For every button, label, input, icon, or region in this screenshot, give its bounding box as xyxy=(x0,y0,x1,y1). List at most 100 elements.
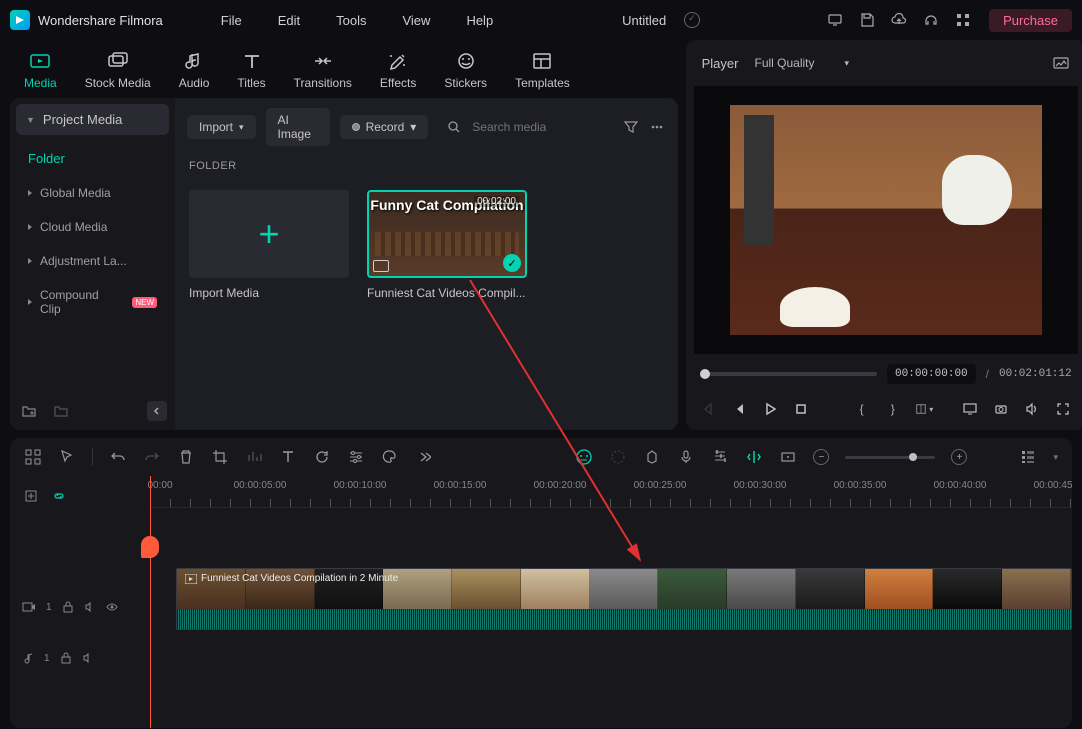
headset-icon[interactable] xyxy=(922,11,940,29)
crop-ratio-icon[interactable]: ▾ xyxy=(915,400,933,418)
track-lock-icon[interactable] xyxy=(60,652,72,664)
tl-select-icon[interactable] xyxy=(58,448,76,466)
apps-grid-icon[interactable] xyxy=(954,11,972,29)
tab-templates[interactable]: Templates xyxy=(501,40,584,98)
tl-crop-icon[interactable] xyxy=(211,448,229,466)
folder-heading: FOLDER xyxy=(175,156,678,176)
screen-icon[interactable] xyxy=(826,11,844,29)
tl-more-icon[interactable] xyxy=(415,448,433,466)
display-icon[interactable] xyxy=(961,400,978,418)
menu-tools[interactable]: Tools xyxy=(336,13,366,28)
sidebar-global-media[interactable]: Global Media xyxy=(10,176,175,210)
tl-speed-icon[interactable] xyxy=(245,448,263,466)
tab-stock-media[interactable]: Stock Media xyxy=(71,40,165,98)
scrub-bar[interactable] xyxy=(700,372,877,376)
preview-video[interactable] xyxy=(694,86,1078,354)
tl-delete-icon[interactable] xyxy=(177,448,195,466)
tl-mic-icon[interactable] xyxy=(677,448,695,466)
menu-view[interactable]: View xyxy=(402,13,430,28)
tl-beat-icon[interactable] xyxy=(609,448,627,466)
purchase-button[interactable]: Purchase xyxy=(989,9,1072,32)
tl-undo-icon[interactable] xyxy=(109,448,127,466)
fullscreen-icon[interactable] xyxy=(1055,400,1072,418)
audio-waveform xyxy=(177,609,1071,630)
tab-media[interactable]: Media xyxy=(10,40,71,98)
ruler-tick-label: 00:00 xyxy=(147,480,172,491)
more-options-icon[interactable] xyxy=(649,117,666,137)
step-back-icon[interactable] xyxy=(731,400,748,418)
mark-in-icon[interactable]: { xyxy=(853,400,870,418)
menu-edit[interactable]: Edit xyxy=(278,13,300,28)
timeline-clip[interactable]: Funniest Cat Videos Compilation in 2 Min… xyxy=(176,568,1072,630)
media-clip-card[interactable]: Funny Cat Compilation 00:02:00 ✓ Funnies… xyxy=(367,190,527,300)
track-mute-icon[interactable] xyxy=(84,601,96,613)
sync-status-icon[interactable] xyxy=(683,11,701,29)
track-visible-icon[interactable] xyxy=(106,601,118,613)
zoom-out-button[interactable]: − xyxy=(813,449,829,465)
templates-icon xyxy=(515,50,570,72)
sidebar-project-media[interactable]: ▼ Project Media xyxy=(16,104,169,135)
filter-icon[interactable] xyxy=(622,117,639,137)
track-lock-icon[interactable] xyxy=(62,601,74,613)
collapse-sidebar-icon[interactable] xyxy=(147,401,167,421)
save-icon[interactable] xyxy=(858,11,876,29)
zoom-in-button[interactable]: + xyxy=(951,449,967,465)
timeline-ruler[interactable]: 00:0000:00:05:0000:00:10:0000:00:15:0000… xyxy=(150,476,1072,508)
stop-icon[interactable] xyxy=(793,400,810,418)
tl-split-icon[interactable] xyxy=(745,448,763,466)
tab-effects[interactable]: Effects xyxy=(366,40,430,98)
tl-render-icon[interactable] xyxy=(779,448,797,466)
tl-mixer-icon[interactable] xyxy=(711,448,729,466)
sidebar-folder[interactable]: Folder xyxy=(10,141,175,176)
zoom-knob[interactable] xyxy=(909,453,917,461)
record-button[interactable]: Record▾ xyxy=(340,115,429,139)
tl-ai-icon[interactable] xyxy=(575,448,593,466)
prev-frame-icon xyxy=(700,400,717,418)
tab-audio[interactable]: Audio xyxy=(165,40,224,98)
tl-add-track-icon[interactable] xyxy=(22,487,40,505)
mark-out-icon[interactable]: } xyxy=(884,400,901,418)
quality-select[interactable]: Full Quality▾ xyxy=(754,56,849,70)
sidebar-cloud-media[interactable]: Cloud Media xyxy=(10,210,175,244)
search-icon[interactable] xyxy=(444,117,464,137)
new-bin-icon[interactable] xyxy=(50,400,72,422)
track-mute-icon[interactable] xyxy=(82,652,94,664)
play-icon[interactable] xyxy=(762,400,779,418)
tl-tracks-icon[interactable] xyxy=(1019,448,1037,466)
tl-link-icon[interactable] xyxy=(50,487,68,505)
video-track-icon[interactable] xyxy=(22,601,36,613)
tl-adjust-icon[interactable] xyxy=(347,448,365,466)
new-folder-icon[interactable] xyxy=(18,400,40,422)
tl-redo-icon[interactable] xyxy=(143,448,161,466)
plus-icon: + xyxy=(258,213,279,255)
cloud-upload-icon[interactable] xyxy=(890,11,908,29)
effects-icon xyxy=(380,50,416,72)
tl-color-icon[interactable] xyxy=(381,448,399,466)
media-sidebar: ▼ Project Media Folder Global Media Clou… xyxy=(10,98,175,430)
zoom-slider[interactable] xyxy=(845,456,935,459)
volume-icon[interactable] xyxy=(1023,400,1040,418)
scrub-handle[interactable] xyxy=(700,369,710,379)
sidebar-adjustment-layer[interactable]: Adjustment La... xyxy=(10,244,175,278)
tl-layout-icon[interactable] xyxy=(24,448,42,466)
tab-transitions[interactable]: Transitions xyxy=(280,40,366,98)
sidebar-compound-clip[interactable]: Compound ClipNEW xyxy=(10,278,175,326)
search-input[interactable] xyxy=(472,120,612,134)
import-media-card[interactable]: + Import Media xyxy=(189,190,349,300)
audio-track-icon[interactable] xyxy=(22,652,34,664)
ruler-tick-label: 00:00:35:00 xyxy=(834,480,887,491)
snapshot-settings-icon[interactable] xyxy=(1052,54,1070,72)
timeline-panel: − + ▾ 1 1 xyxy=(10,438,1072,728)
tab-titles[interactable]: Titles xyxy=(223,40,279,98)
tl-marker-icon[interactable] xyxy=(643,448,661,466)
tab-stickers[interactable]: Stickers xyxy=(430,40,501,98)
ai-image-button[interactable]: AI Image xyxy=(266,108,330,146)
tl-rotate-icon[interactable] xyxy=(313,448,331,466)
camera-snapshot-icon[interactable] xyxy=(992,400,1009,418)
menu-help[interactable]: Help xyxy=(466,13,493,28)
import-button[interactable]: Import▾ xyxy=(187,115,256,139)
menu-file[interactable]: File xyxy=(221,13,242,28)
tl-text-icon[interactable] xyxy=(279,448,297,466)
ruler-tick-label: 00:00:45:00 xyxy=(1034,480,1072,491)
playhead[interactable] xyxy=(150,476,151,728)
